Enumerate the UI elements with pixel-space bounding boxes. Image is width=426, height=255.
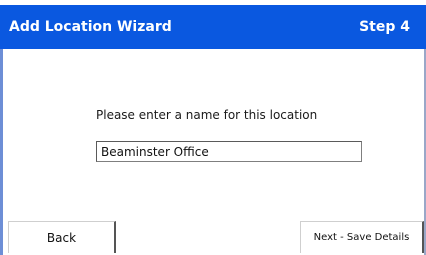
- step-indicator: Step 4: [359, 19, 410, 35]
- next-save-details-button[interactable]: Next - Save Details: [300, 221, 424, 253]
- location-name-input[interactable]: [96, 141, 362, 162]
- location-name-prompt: Please enter a name for this location: [96, 108, 318, 122]
- title-bar: Add Location Wizard Step 4: [0, 5, 426, 49]
- back-button[interactable]: Back: [8, 221, 116, 253]
- wizard-title: Add Location Wizard: [9, 19, 172, 35]
- add-location-wizard: Add Location Wizard Step 4 Please enter …: [0, 0, 426, 255]
- left-border: [0, 49, 3, 255]
